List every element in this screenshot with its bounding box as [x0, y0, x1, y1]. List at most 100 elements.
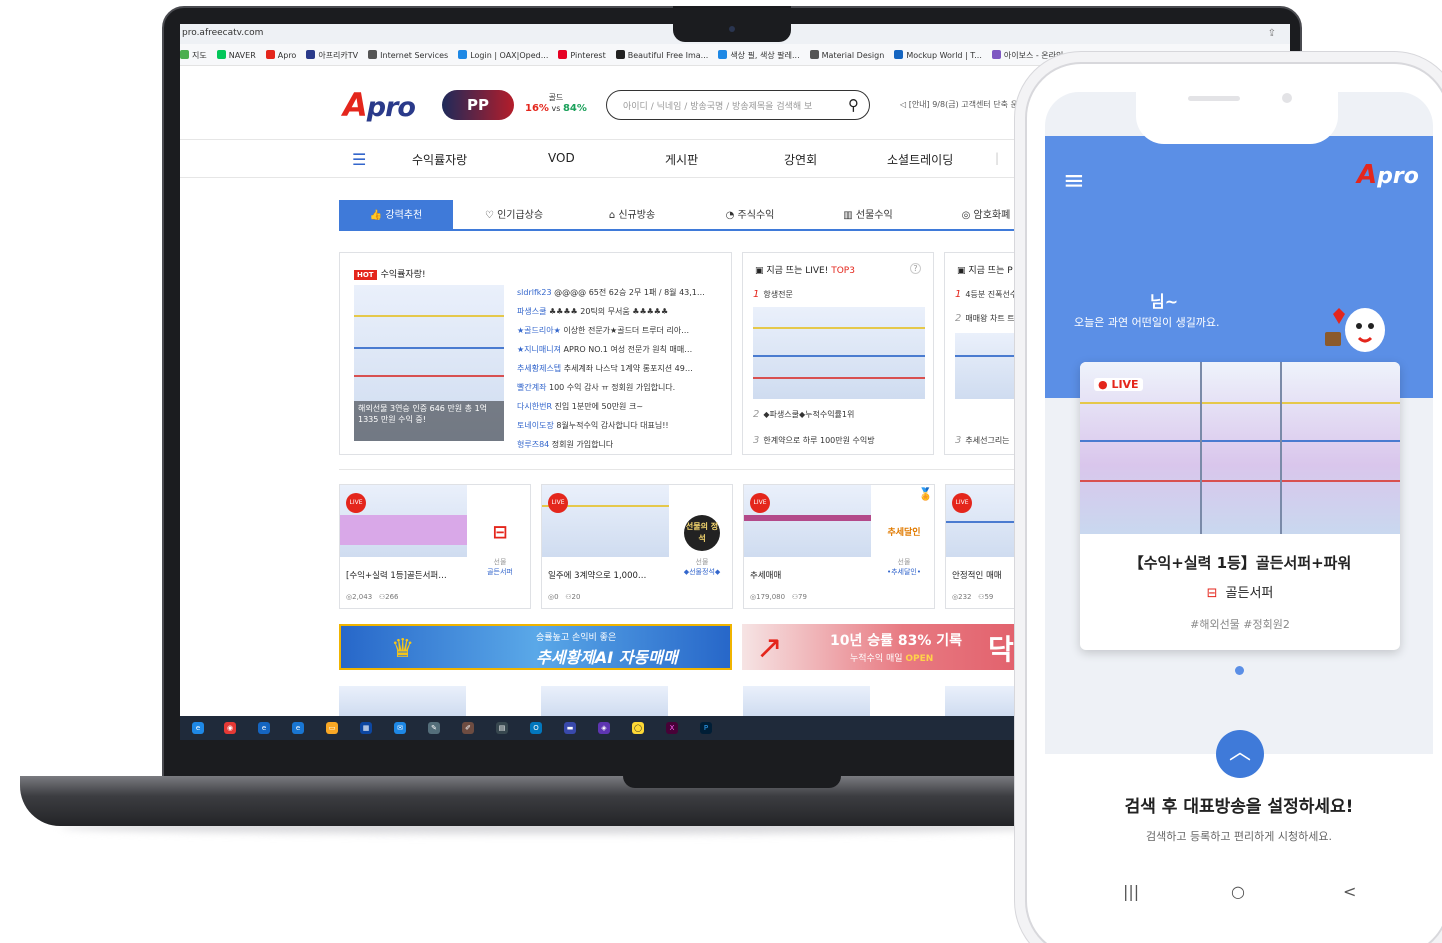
tab-new[interactable]: ⌂ 신규방송 — [575, 200, 689, 231]
photoshop-icon[interactable]: P — [700, 722, 712, 734]
bookmark-item[interactable]: 아이보스 - 온라인... — [991, 50, 1071, 61]
growth-chart-icon: ↗ — [756, 628, 783, 666]
paint3d-icon[interactable]: ◈ — [598, 722, 610, 734]
menu-icon[interactable]: ☰ — [352, 150, 366, 169]
hot-list-item[interactable]: sldrlfk23 @@@@ 65전 62승 2무 1패 / 8월 43,1… — [517, 283, 727, 302]
hot-list-item[interactable]: 토네이도장 8월누적수익 감사합니다 대표님!! — [517, 416, 727, 435]
notice-ticker[interactable]: ◁ [안내] 9/8(금) 고객센터 단축 운영 — [900, 99, 1025, 110]
nav-item-profit[interactable]: 수익률자랑 — [412, 151, 467, 168]
chrome-icon[interactable]: ◉ — [224, 722, 236, 734]
featured-broadcast-card[interactable]: ● LIVE 【수익+실력 1등】골든서퍼+파워 ⊟ 골든서퍼 #해외선물 #정회… — [1080, 362, 1400, 650]
hot-list-item[interactable]: 빨간계좌 100 수익 감사 ㅠ 정회원 가입합니다. — [517, 378, 727, 397]
hot-list-item[interactable]: 형루즈84 정회원 가입합니다 — [517, 435, 727, 454]
home-icon[interactable]: ○ — [1231, 882, 1245, 901]
broadcast-card-1[interactable]: LIVE ⊟ 선물 골든서퍼 [수익+실력 1등]골든서퍼… ◎2,043 ⚇26… — [339, 484, 531, 609]
nav-item-board[interactable]: 게시판 — [665, 151, 698, 168]
nav-item-lecture[interactable]: 강연회 — [784, 151, 817, 168]
bookmark-item[interactable]: Pinterest — [558, 50, 606, 60]
phone-apro-logo[interactable]: Apro — [1357, 160, 1419, 190]
hot-item-user: ★지니매니져 — [517, 345, 561, 354]
featured-tags[interactable]: #해외선물 #정회원2 — [1080, 616, 1400, 632]
pp-option-badge[interactable]: PP — [442, 90, 514, 120]
notes-icon[interactable]: ✎ — [428, 722, 440, 734]
broadcast-thumbnail[interactable] — [339, 686, 466, 716]
ie-icon[interactable]: e — [258, 722, 270, 734]
phone-screen: ≡ Apro 님~ 오늘은 과연 어떤일이 생길까요. ● LIVE 【수익+실 — [1045, 92, 1433, 872]
hot-list-item[interactable]: 추세황제스텝 추세계좌 나스닥 1계약 롱포지션 49… — [517, 359, 727, 378]
kakaotalk-icon[interactable]: ◯ — [632, 722, 644, 734]
ai-trading-banner[interactable]: ♛ 승률높고 손익비 좋은 추세황제AI 자동매매 — [339, 624, 732, 670]
medal-icon: 🏅 — [918, 487, 933, 501]
nav-item-vod[interactable]: VOD — [548, 151, 575, 165]
bookmark-item[interactable]: 색상 필, 색상 팔레... — [718, 50, 800, 61]
store-icon[interactable]: ▦ — [360, 722, 372, 734]
broadcast-thumbnail[interactable] — [743, 686, 870, 716]
top3-thumbnail[interactable] — [753, 307, 925, 399]
broadcast-card-2[interactable]: LIVE 선물의 정석 선물 ◆선물정석◆ 일주에 3계약으로 1,000… ◎0… — [541, 484, 733, 609]
bookmark-item[interactable]: 지도 — [180, 50, 207, 61]
live-badge: ● LIVE — [1094, 378, 1143, 391]
bj-logo-icon[interactable]: ⊟ — [482, 515, 518, 551]
hot-list-item[interactable]: 다시한번R 진입 1분만에 50만원 크~ — [517, 397, 727, 416]
back-icon[interactable]: < — [1343, 882, 1356, 901]
folder-icon[interactable]: ▭ — [326, 722, 338, 734]
hot-item-user: 형루즈84 — [517, 440, 550, 449]
adobe-xd-icon[interactable]: X — [666, 722, 678, 734]
broadcast-card-3[interactable]: LIVE 🏅 추세달인 선물 •추세달인• 추세매매 ◎179,080 ⚇79 — [743, 484, 935, 609]
tab-futures[interactable]: ▥ 선물수익 — [811, 200, 925, 231]
search-input[interactable]: 아이디 / 닉네임 / 방송국명 / 방송제목을 검색해 보 ⚲ — [606, 90, 870, 120]
pick-rank-2[interactable]: 2 매매왕 차트 트 — [955, 313, 1015, 324]
tab-rising[interactable]: ♡ 인기급상승 — [457, 200, 571, 231]
pick-rank-3[interactable]: 3 추세선그리는 — [955, 435, 1010, 446]
bj-avatar[interactable]: 선물의 정석 — [684, 515, 720, 551]
help-icon[interactable]: ? — [910, 263, 921, 274]
edge-icon[interactable]: e — [192, 722, 204, 734]
bookmark-item[interactable]: Material Design — [809, 50, 885, 60]
bookmark-item[interactable]: Mockup World | T... — [894, 50, 982, 60]
apro-logo[interactable]: Apro — [343, 86, 416, 124]
recent-apps-icon[interactable]: ||| — [1123, 882, 1139, 901]
top3-rank-3[interactable]: 3 한계약으로 하루 100만원 수익방 — [753, 435, 875, 446]
top3-rank-2[interactable]: 2 ◆파생스쿨◆누적수익률1위 — [753, 409, 854, 420]
outlook-icon[interactable]: O — [530, 722, 542, 734]
search-icon[interactable]: ⚲ — [848, 96, 859, 114]
hot-list-item[interactable]: ★지니매니져 APRO NO.1 여성 전문가 원칙 매매… — [517, 340, 727, 359]
bj-avatar[interactable]: 추세달인 — [886, 515, 922, 551]
hot-thumbnail[interactable]: 해외선물 3연승 인증 646 만원 총 1억1335 만원 수익 중! — [354, 285, 504, 441]
hot-item-user: 파생스쿨 — [517, 307, 547, 316]
nav-item-social[interactable]: 소셜트레이딩 — [887, 151, 953, 168]
bookmark-label: Material Design — [821, 51, 885, 60]
pick-rank-1[interactable]: 1 4등분 진폭선수 — [955, 289, 1017, 300]
featured-bj[interactable]: ⊟ 골든서퍼 — [1080, 582, 1400, 601]
zoom-icon[interactable]: ▬ — [564, 722, 576, 734]
bookmark-item[interactable]: Apro — [265, 50, 296, 60]
broadcast-stats: ◎179,080 ⚇79 — [750, 593, 807, 601]
broadcast-title[interactable]: 추세매매 — [750, 569, 870, 581]
broadcast-title[interactable]: [수익+실력 1등]골든서퍼… — [346, 569, 466, 581]
broadcast-title[interactable]: 일주에 3계약으로 1,000… — [548, 569, 668, 581]
share-icon[interactable]: ⇪ — [1268, 28, 1276, 39]
bookmark-item[interactable]: Login | OAX|Oped... — [458, 50, 548, 60]
hot-item-text: ♣♣♣♣ 20틱의 무서움 ♣♣♣♣♣ — [546, 307, 669, 316]
scroll-up-button[interactable]: ︿ — [1216, 730, 1264, 778]
mail-icon[interactable]: ✉ — [394, 722, 406, 734]
hot-list-item[interactable]: ★골드리아★ 이상한 전문가★골드더 트루더 리아… — [517, 321, 727, 340]
broadcast-thumbnail[interactable] — [541, 686, 668, 716]
bookmark-item[interactable]: Beautiful Free Ima... — [615, 50, 708, 60]
broadcast-category: 선물 •추세달인• — [886, 558, 922, 576]
featured-thumbnail[interactable]: ● LIVE — [1080, 362, 1400, 534]
bookmark-item[interactable]: Internet Services — [368, 50, 448, 60]
paint-icon[interactable]: ✐ — [462, 722, 474, 734]
carousel-dot[interactable] — [1235, 666, 1244, 675]
bookmark-item[interactable]: NAVER — [216, 50, 256, 60]
tab-stock[interactable]: ◔ 주식수익 — [693, 200, 807, 231]
ie-icon-2[interactable]: e — [292, 722, 304, 734]
hot-item-user: 토네이도장 — [517, 421, 554, 430]
featured-title[interactable]: 【수익+실력 1등】골든서퍼+파워 — [1080, 552, 1400, 573]
calculator-icon[interactable]: ▤ — [496, 722, 508, 734]
tab-recommend[interactable]: 👍 강력추천 — [339, 200, 453, 231]
hot-list-item[interactable]: 파생스쿨 ♣♣♣♣ 20틱의 무서움 ♣♣♣♣♣ — [517, 302, 727, 321]
top3-rank-1[interactable]: 1 항생전문 — [753, 289, 793, 300]
bookmark-item[interactable]: 아프리카TV — [306, 50, 358, 61]
phone-menu-icon[interactable]: ≡ — [1063, 166, 1085, 196]
